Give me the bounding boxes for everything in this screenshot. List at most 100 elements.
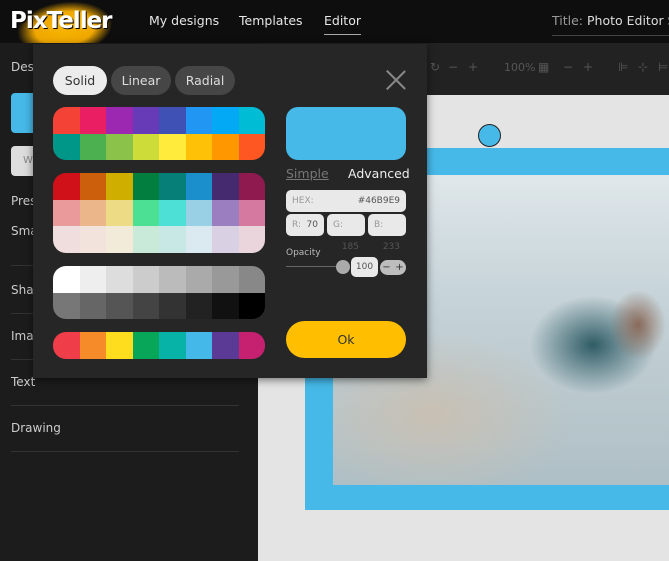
color-swatch[interactable] xyxy=(185,226,212,253)
color-swatch[interactable] xyxy=(212,173,239,200)
color-swatch[interactable] xyxy=(132,292,159,319)
color-swatch[interactable] xyxy=(159,266,186,293)
color-swatch[interactable] xyxy=(159,332,186,359)
sidebar-drawing[interactable]: Drawing xyxy=(11,421,61,435)
color-swatch[interactable] xyxy=(79,107,106,134)
color-swatch[interactable] xyxy=(185,332,212,359)
tab-solid[interactable]: Solid xyxy=(53,66,107,95)
nav-editor[interactable]: Editor xyxy=(324,13,361,35)
color-swatch[interactable] xyxy=(79,133,106,160)
color-swatch[interactable] xyxy=(238,266,265,293)
tab-radial[interactable]: Radial xyxy=(175,66,235,95)
sidebar-images[interactable]: Ima xyxy=(11,329,34,343)
color-swatch[interactable] xyxy=(132,332,159,359)
mode-simple[interactable]: Simple xyxy=(286,166,329,181)
color-swatch[interactable] xyxy=(132,133,159,160)
rotate-handle[interactable] xyxy=(478,124,501,147)
ok-button[interactable]: Ok xyxy=(286,321,406,358)
color-swatch[interactable] xyxy=(159,226,186,253)
opacity-slider-handle[interactable] xyxy=(336,260,350,274)
color-swatch[interactable] xyxy=(106,292,133,319)
increase-opacity-button[interactable]: + xyxy=(393,260,406,275)
color-swatch[interactable] xyxy=(79,226,106,253)
color-swatch[interactable] xyxy=(79,332,106,359)
sidebar-shapes[interactable]: Sha xyxy=(11,283,34,297)
color-swatch[interactable] xyxy=(79,266,106,293)
color-swatch[interactable] xyxy=(132,199,159,226)
color-swatch[interactable] xyxy=(159,199,186,226)
color-swatch[interactable] xyxy=(106,226,133,253)
color-swatch[interactable] xyxy=(159,107,186,134)
zoom-in-icon[interactable]: + xyxy=(583,60,593,74)
color-swatch[interactable] xyxy=(212,133,239,160)
pixteller-logo[interactable]: PixTeller xyxy=(6,2,118,46)
close-icon[interactable] xyxy=(386,70,406,90)
color-swatch[interactable] xyxy=(79,199,106,226)
rotate-icon[interactable]: ↻ xyxy=(430,60,440,74)
color-swatch[interactable] xyxy=(132,266,159,293)
color-swatch[interactable] xyxy=(238,199,265,226)
color-swatch[interactable] xyxy=(79,292,106,319)
color-swatch[interactable] xyxy=(238,133,265,160)
color-swatch[interactable] xyxy=(212,226,239,253)
sidebar-design-tab[interactable]: Des xyxy=(11,60,34,74)
color-swatch[interactable] xyxy=(238,173,265,200)
color-swatch[interactable] xyxy=(212,107,239,134)
color-swatch[interactable] xyxy=(212,292,239,319)
color-swatch[interactable] xyxy=(185,292,212,319)
color-swatch[interactable] xyxy=(159,173,186,200)
color-swatch[interactable] xyxy=(185,199,212,226)
sidebar-text[interactable]: Text xyxy=(11,375,35,389)
color-swatch[interactable] xyxy=(185,133,212,160)
color-swatch[interactable] xyxy=(212,332,239,359)
minus-icon[interactable]: − xyxy=(448,60,458,74)
align-center-icon[interactable]: ⊹ xyxy=(638,60,648,74)
blue-input[interactable]: B: 233 xyxy=(368,214,406,252)
decrease-opacity-button[interactable]: − xyxy=(380,260,393,275)
color-swatch[interactable] xyxy=(106,107,133,134)
color-swatch[interactable] xyxy=(238,226,265,253)
color-swatch[interactable] xyxy=(106,199,133,226)
color-swatch[interactable] xyxy=(53,199,80,226)
design-title-field[interactable]: Title: Photo Editor Sc xyxy=(552,13,669,36)
plus-icon[interactable]: + xyxy=(468,60,478,74)
color-swatch[interactable] xyxy=(212,266,239,293)
hex-input[interactable]: HEX: #46B9E9 xyxy=(286,190,406,212)
color-swatch[interactable] xyxy=(53,133,80,160)
color-swatch[interactable] xyxy=(132,226,159,253)
color-swatch[interactable] xyxy=(238,332,265,359)
color-swatch[interactable] xyxy=(53,107,80,134)
mode-advanced[interactable]: Advanced xyxy=(348,166,410,181)
color-swatch[interactable] xyxy=(53,173,80,200)
color-swatch[interactable] xyxy=(53,226,80,253)
color-swatch[interactable] xyxy=(185,173,212,200)
color-swatch[interactable] xyxy=(106,332,133,359)
color-swatch[interactable] xyxy=(106,133,133,160)
color-swatch[interactable] xyxy=(185,107,212,134)
align-right-icon[interactable]: ⊨ xyxy=(658,60,668,74)
color-swatch[interactable] xyxy=(53,266,80,293)
align-left-icon[interactable]: ⊫ xyxy=(618,60,628,74)
nav-my-designs[interactable]: My designs xyxy=(149,13,219,28)
color-swatch[interactable] xyxy=(238,292,265,319)
color-swatch[interactable] xyxy=(132,107,159,134)
zoom-out-icon[interactable]: − xyxy=(563,60,573,74)
transparency-icon[interactable]: ▦ xyxy=(538,60,549,74)
color-swatch[interactable] xyxy=(79,173,106,200)
color-swatch[interactable] xyxy=(53,292,80,319)
opacity-input[interactable]: 100 xyxy=(351,257,378,277)
tab-linear[interactable]: Linear xyxy=(111,66,171,95)
color-swatch[interactable] xyxy=(106,173,133,200)
nav-templates[interactable]: Templates xyxy=(239,13,303,28)
color-swatch[interactable] xyxy=(212,199,239,226)
color-swatch[interactable] xyxy=(106,266,133,293)
color-swatch[interactable] xyxy=(132,173,159,200)
color-swatch[interactable] xyxy=(53,332,80,359)
red-input[interactable]: R: 70 xyxy=(286,214,324,236)
color-swatch[interactable] xyxy=(159,133,186,160)
color-swatch[interactable] xyxy=(159,292,186,319)
color-swatch[interactable] xyxy=(238,107,265,134)
palette-material xyxy=(53,107,265,160)
green-input[interactable]: G: 185 xyxy=(327,214,365,252)
color-swatch[interactable] xyxy=(185,266,212,293)
